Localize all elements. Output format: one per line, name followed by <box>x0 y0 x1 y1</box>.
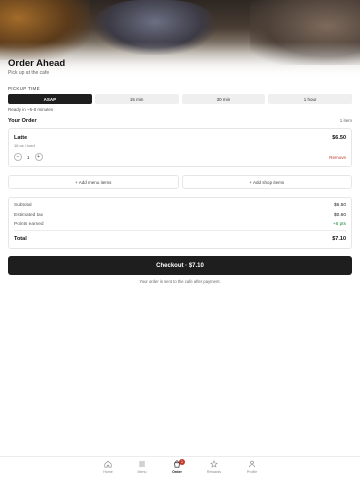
subtotal-value: $6.50 <box>333 203 346 208</box>
item-quantity: 1 <box>27 154 30 160</box>
points-value: +6 pts <box>332 222 346 227</box>
pickup-option-15-min[interactable]: 15 min <box>94 94 179 104</box>
menu-icon <box>139 461 145 467</box>
tab-menu-label: Menu <box>137 470 147 474</box>
page-subtitle: Pick up at the cafe <box>8 70 50 76</box>
pickup-time-selector: ASAP 15 min 30 min 1 hour <box>8 94 352 104</box>
page-title: Order Ahead <box>8 58 66 69</box>
pickup-time-label: PICKUP TIME <box>8 86 40 91</box>
checkout-note: Your order is sent to the cafe after pay… <box>139 279 221 284</box>
points-row: Points earned +6 pts <box>14 222 346 227</box>
total-row: Total $7.10 <box>14 236 346 242</box>
item-name: Latte <box>14 135 28 141</box>
tab-home[interactable]: Home <box>94 460 122 478</box>
tab-profile[interactable]: Profile <box>238 460 266 478</box>
remove-item-button[interactable]: Remove <box>329 155 346 160</box>
subtotal-row: Subtotal $6.50 <box>14 203 346 208</box>
order-heading: Your Order <box>8 118 37 124</box>
pickup-option-asap[interactable]: ASAP <box>8 94 92 104</box>
ready-estimate: Ready in ~5-8 minutes <box>8 107 54 112</box>
item-options: 16 oz / Iced <box>14 143 35 148</box>
tax-row: Estimated tax $0.60 <box>14 213 346 218</box>
tax-value: $0.60 <box>333 213 346 218</box>
order-item-count: 1 item <box>339 118 352 123</box>
add-items-row: + Add menu items + Add shop items <box>8 175 352 189</box>
home-icon <box>104 460 112 468</box>
tax-label: Estimated tax <box>14 213 44 218</box>
pickup-option-1-hour[interactable]: 1 hour <box>268 94 352 104</box>
tab-order[interactable]: 1 Order <box>163 459 191 478</box>
points-label: Points earned <box>14 222 44 227</box>
total-label: Total <box>14 236 27 242</box>
tab-profile-label: Profile <box>246 470 258 474</box>
total-value: $7.10 <box>332 236 346 242</box>
star-icon <box>210 460 218 468</box>
person-icon <box>249 460 255 468</box>
order-summary: Subtotal $6.50 Estimated tax $0.60 Point… <box>8 197 352 249</box>
subtotal-label: Subtotal <box>14 203 32 208</box>
order-item-card: Latte 16 oz / Iced $6.50 − 1 + Remove <box>8 128 352 167</box>
add-shop-items-button[interactable]: + Add shop items <box>181 175 352 189</box>
bottom-tab-bar: Home Menu 1 Order Rewards Profile <box>0 456 360 480</box>
tab-rewards-label: Rewards <box>206 470 222 474</box>
tab-menu[interactable]: Menu <box>128 460 156 478</box>
item-price: $6.50 <box>332 135 346 141</box>
order-header: Your Order 1 item <box>8 118 352 124</box>
tab-home-label: Home <box>103 470 113 474</box>
pickup-option-30-min[interactable]: 30 min <box>181 94 266 104</box>
quantity-stepper: − 1 + <box>14 153 43 161</box>
increase-quantity-button[interactable]: + <box>34 153 43 161</box>
tab-order-label: Order <box>172 470 182 474</box>
add-menu-items-button[interactable]: + Add menu items <box>8 175 179 189</box>
tab-rewards[interactable]: Rewards <box>200 460 228 478</box>
checkout-button[interactable]: Checkout · $7.10 <box>8 256 352 275</box>
decrease-quantity-button[interactable]: − <box>14 153 22 161</box>
order-badge: 1 <box>179 459 185 465</box>
summary-divider <box>14 230 346 231</box>
